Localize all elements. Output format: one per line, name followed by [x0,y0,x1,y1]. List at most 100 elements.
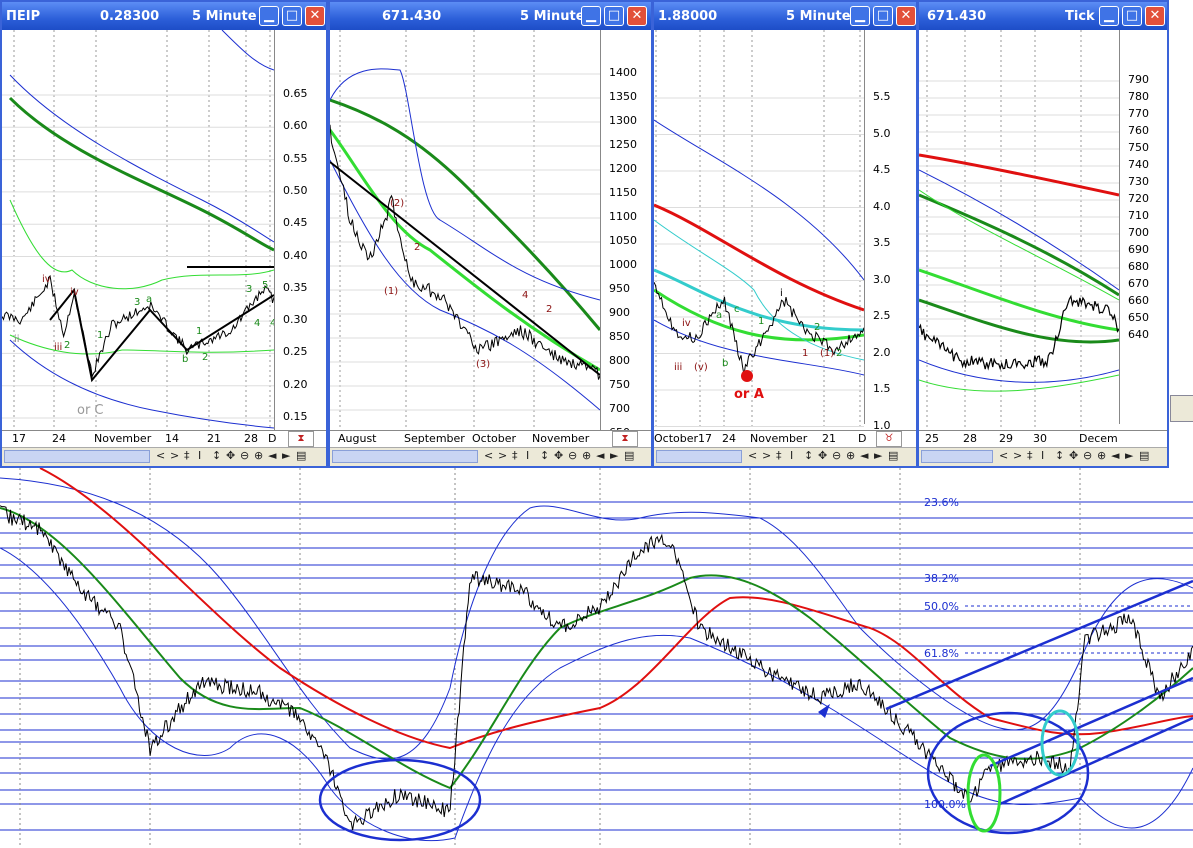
window-3-titlebar[interactable]: 1.88000 5 Minute ▁ □ ✕ [654,2,916,30]
window-4-interval: Tick [1065,9,1095,24]
toolbar-tool-icon[interactable]: ⊕ [1097,449,1106,462]
maximize-button[interactable]: □ [873,6,893,26]
horizontal-scrollbar[interactable] [656,450,742,463]
maximize-button[interactable]: □ [604,6,624,26]
window-4-toolbar: < > ‡ I ↕ ✥ ⊖ ⊕ ◄ ► ▤ [919,447,1167,466]
y-tick-label: 0.30 [283,313,308,327]
window-4-titlebar[interactable]: 671.430 Tick ▁ □ ✕ [919,2,1167,30]
w1-band-green-lower [9,334,274,355]
y-tick-label: 0.40 [283,248,308,262]
horizontal-scrollbar[interactable] [921,450,993,463]
toolbar-tool-icon[interactable]: ⊖ [568,449,577,462]
wave-marker-icon [741,370,753,382]
window-2-titlebar[interactable]: 671.430 5 Minute ▁ □ ✕ [330,2,651,30]
toolbar-tool-icon[interactable]: ↕ [540,449,549,462]
close-button[interactable]: ✕ [627,6,647,26]
toolbar-tool-icon[interactable]: > [170,449,179,462]
toolbar-tool-icon[interactable]: I [526,449,529,462]
toolbar-tool-icon[interactable]: ◄ [268,449,276,462]
horizontal-scrollbar[interactable] [4,450,150,463]
toolbar-tool-icon[interactable]: I [790,449,793,462]
hourglass-icon[interactable]: ⧗ [288,431,314,447]
window-1-titlebar[interactable]: ΠΕΙΡ 0.28300 5 Minute ▁ □ ✕ [2,2,326,30]
side-scroll-up-button[interactable] [1170,395,1193,422]
window-1-x-axis: 17 24 November 14 21 28 D [2,430,326,447]
toolbar-tool-icon[interactable]: ⊕ [846,449,855,462]
maximize-button[interactable]: □ [282,6,302,26]
main-price-line [0,505,1193,831]
y-tick-label: 1300 [609,114,637,127]
minimize-button[interactable]: ▁ [1099,6,1119,26]
toolbar-tool-icon[interactable]: ✥ [226,449,235,462]
fib-level-label: 38.2% [924,572,959,585]
toolbar-tool-icon[interactable]: ‡ [184,449,190,462]
wave-label: or A [734,387,764,402]
minimize-button[interactable]: ▁ [581,6,601,26]
toolbar-tool-icon[interactable]: ↕ [212,449,221,462]
toolbar-tool-icon[interactable]: ⊕ [254,449,263,462]
toolbar-tool-icon[interactable]: > [1013,449,1022,462]
toolbar-tool-icon[interactable]: ⊖ [1083,449,1092,462]
chart-window-4[interactable]: 671.430 Tick ▁ □ ✕ 790 780 770 760 750 740 730… [917,0,1169,468]
toolbar-tool-icon[interactable]: ⊖ [240,449,249,462]
chart-window-1[interactable]: ΠΕΙΡ 0.28300 5 Minute ▁ □ ✕ iv iv iii 2 … [0,0,328,468]
w1-price-line [2,274,274,379]
toolbar-tool-icon[interactable]: ✥ [554,449,563,462]
y-tick-label: 3.5 [873,236,891,249]
toolbar-tool-icon[interactable]: ‡ [776,449,782,462]
toolbar-tool-icon[interactable]: ‡ [1027,449,1033,462]
main-band-upper [0,477,1193,760]
toolbar-tool-icon[interactable]: ◄ [596,449,604,462]
toolbar-tool-icon[interactable]: ⊖ [832,449,841,462]
toolbar-tool-icon[interactable]: ► [282,449,290,462]
x-tick-label: October [472,432,517,445]
minimize-button[interactable]: ▁ [259,6,279,26]
y-tick-label: 0.20 [283,377,308,391]
minimize-button[interactable]: ▁ [850,6,870,26]
toolbar-tool-icon[interactable]: ◄ [1111,449,1119,462]
toolbar-tool-icon[interactable]: ◄ [860,449,868,462]
close-button[interactable]: ✕ [1145,6,1165,26]
toolbar-tool-icon[interactable]: ‡ [512,449,518,462]
toolbar-tool-icon[interactable]: ✥ [818,449,827,462]
y-tick-label: 1050 [609,234,637,247]
toolbar-tool-icon[interactable]: ► [874,449,882,462]
chart-window-3[interactable]: 1.88000 5 Minute ▁ □ ✕ iv iii (v) a b c … [652,0,918,468]
toolbar-tool-icon[interactable]: > [498,449,507,462]
toolbar-tool-icon[interactable]: ▤ [1139,449,1149,462]
toolbar-tool-icon[interactable]: I [198,449,201,462]
toolbar-tool-icon[interactable]: ► [1125,449,1133,462]
toolbar-tool-icon[interactable]: < [748,449,757,462]
x-tick-label: D [268,432,277,445]
toolbar-tool-icon[interactable]: > [762,449,771,462]
chart-window-2[interactable]: 671.430 5 Minute ▁ □ ✕ (2) (1) 2 (3) 4 2… [328,0,653,468]
close-button[interactable]: ✕ [896,6,916,26]
y-tick-label: 2.5 [873,309,891,322]
x-tick-label: 24 [52,432,66,445]
wave-label: 2 [814,322,820,333]
toolbar-tool-icon[interactable]: ↕ [1055,449,1064,462]
wave-label: a [146,294,152,305]
horizontal-scrollbar[interactable] [332,450,478,463]
toolbar-tool-icon[interactable]: ↕ [804,449,813,462]
toolbar-tool-icon[interactable]: < [156,449,165,462]
wave-label: or C [77,403,104,418]
hourglass-icon[interactable]: ⧗ [612,431,638,447]
w2-ma-green [330,98,600,331]
toolbar-tool-icon[interactable]: I [1041,449,1044,462]
wave-label: 4 [522,290,528,301]
toolbar-tool-icon[interactable]: ⊕ [582,449,591,462]
toolbar-tool-icon[interactable]: ▤ [624,449,634,462]
toolbar-tool-icon[interactable]: ▤ [888,449,898,462]
x-tick-label: 24 [722,432,736,445]
toolbar-tool-icon[interactable]: < [484,449,493,462]
toolbar-tool-icon[interactable]: < [999,449,1008,462]
bull-icon[interactable]: ♉ [876,431,902,447]
highlight-ellipse-1 [318,758,482,842]
toolbar-tool-icon[interactable]: ▤ [296,449,306,462]
toolbar-tool-icon[interactable]: ✥ [1069,449,1078,462]
close-button[interactable]: ✕ [305,6,325,26]
y-tick-label: 0.25 [283,345,308,359]
toolbar-tool-icon[interactable]: ► [610,449,618,462]
maximize-button[interactable]: □ [1122,6,1142,26]
